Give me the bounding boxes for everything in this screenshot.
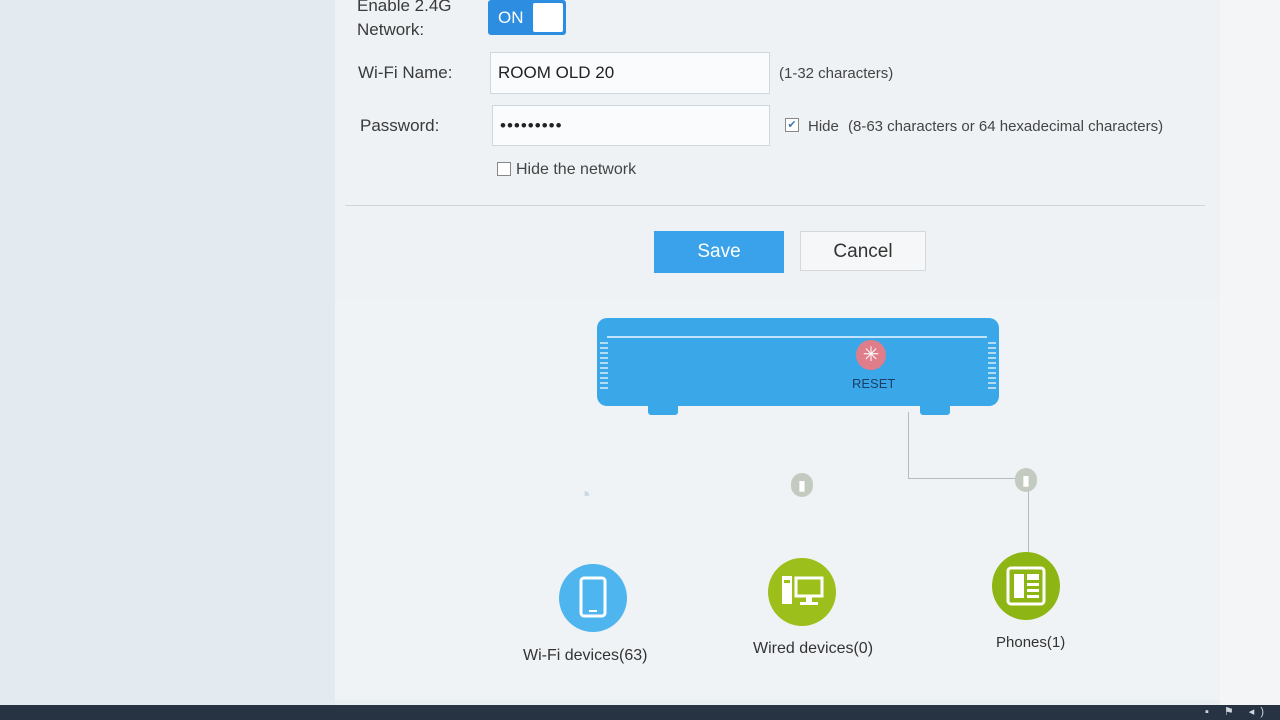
wired-devices-button[interactable]: [768, 558, 836, 626]
hide-password-checkbox[interactable]: ✔: [785, 118, 799, 132]
enable-24g-toggle[interactable]: ON: [488, 0, 566, 35]
right-margin: [1220, 0, 1280, 720]
tablet-icon: [579, 576, 607, 618]
wired-devices-label[interactable]: Wired devices(0): [753, 640, 873, 658]
wifi-devices-label[interactable]: Wi-Fi devices(63): [523, 647, 647, 665]
wifi-name-hint: (1-32 characters): [779, 65, 894, 82]
wired-connector-icon: ▮: [791, 473, 813, 497]
taskbar: ▪ ⚑ ◂): [0, 705, 1280, 720]
cancel-button[interactable]: Cancel: [800, 231, 926, 271]
left-vent-icon: [600, 342, 608, 390]
hide-password-label: Hide: [808, 118, 839, 135]
password-hint: (8-63 characters or 64 hexadecimal chara…: [848, 118, 1164, 135]
enable-network-label-line1: Enable 2.4G: [357, 0, 452, 15]
phones-button[interactable]: [992, 552, 1060, 620]
toggle-knob: [533, 3, 563, 32]
phones-label[interactable]: Phones(1): [996, 634, 1065, 651]
router-foot-left: [648, 405, 678, 415]
reset-label: RESET: [852, 376, 896, 391]
phone-icon: [1006, 566, 1046, 606]
hide-network-checkbox[interactable]: [497, 162, 511, 176]
enable-network-label-line2: Network:: [357, 20, 425, 39]
toggle-state-label: ON: [498, 8, 524, 27]
phone-connector-icon: ▮: [1015, 468, 1037, 492]
divider: [345, 205, 1205, 206]
wifi-name-input[interactable]: ROOM OLD 20: [490, 52, 770, 94]
router-graphic: ✳ RESET: [597, 318, 999, 406]
right-vent-icon: [988, 342, 996, 390]
wifi-signal-icon: ◔: [578, 482, 592, 507]
computer-icon: [782, 576, 824, 605]
wifi-devices-button[interactable]: [559, 564, 627, 632]
router-highlight-line: [607, 336, 987, 338]
sidebar: [0, 0, 335, 720]
cable: [908, 412, 909, 478]
cable: [908, 478, 1028, 479]
save-button[interactable]: Save: [654, 231, 784, 273]
router-foot-right: [920, 405, 950, 415]
wifi-name-label: Wi-Fi Name:: [358, 63, 453, 82]
password-input[interactable]: •••••••••: [492, 105, 770, 146]
reset-button-icon: ✳: [856, 340, 886, 370]
hide-network-label: Hide the network: [516, 161, 637, 178]
system-tray-icons[interactable]: ▪ ⚑ ◂): [1205, 705, 1270, 720]
password-label: Password:: [360, 116, 440, 135]
